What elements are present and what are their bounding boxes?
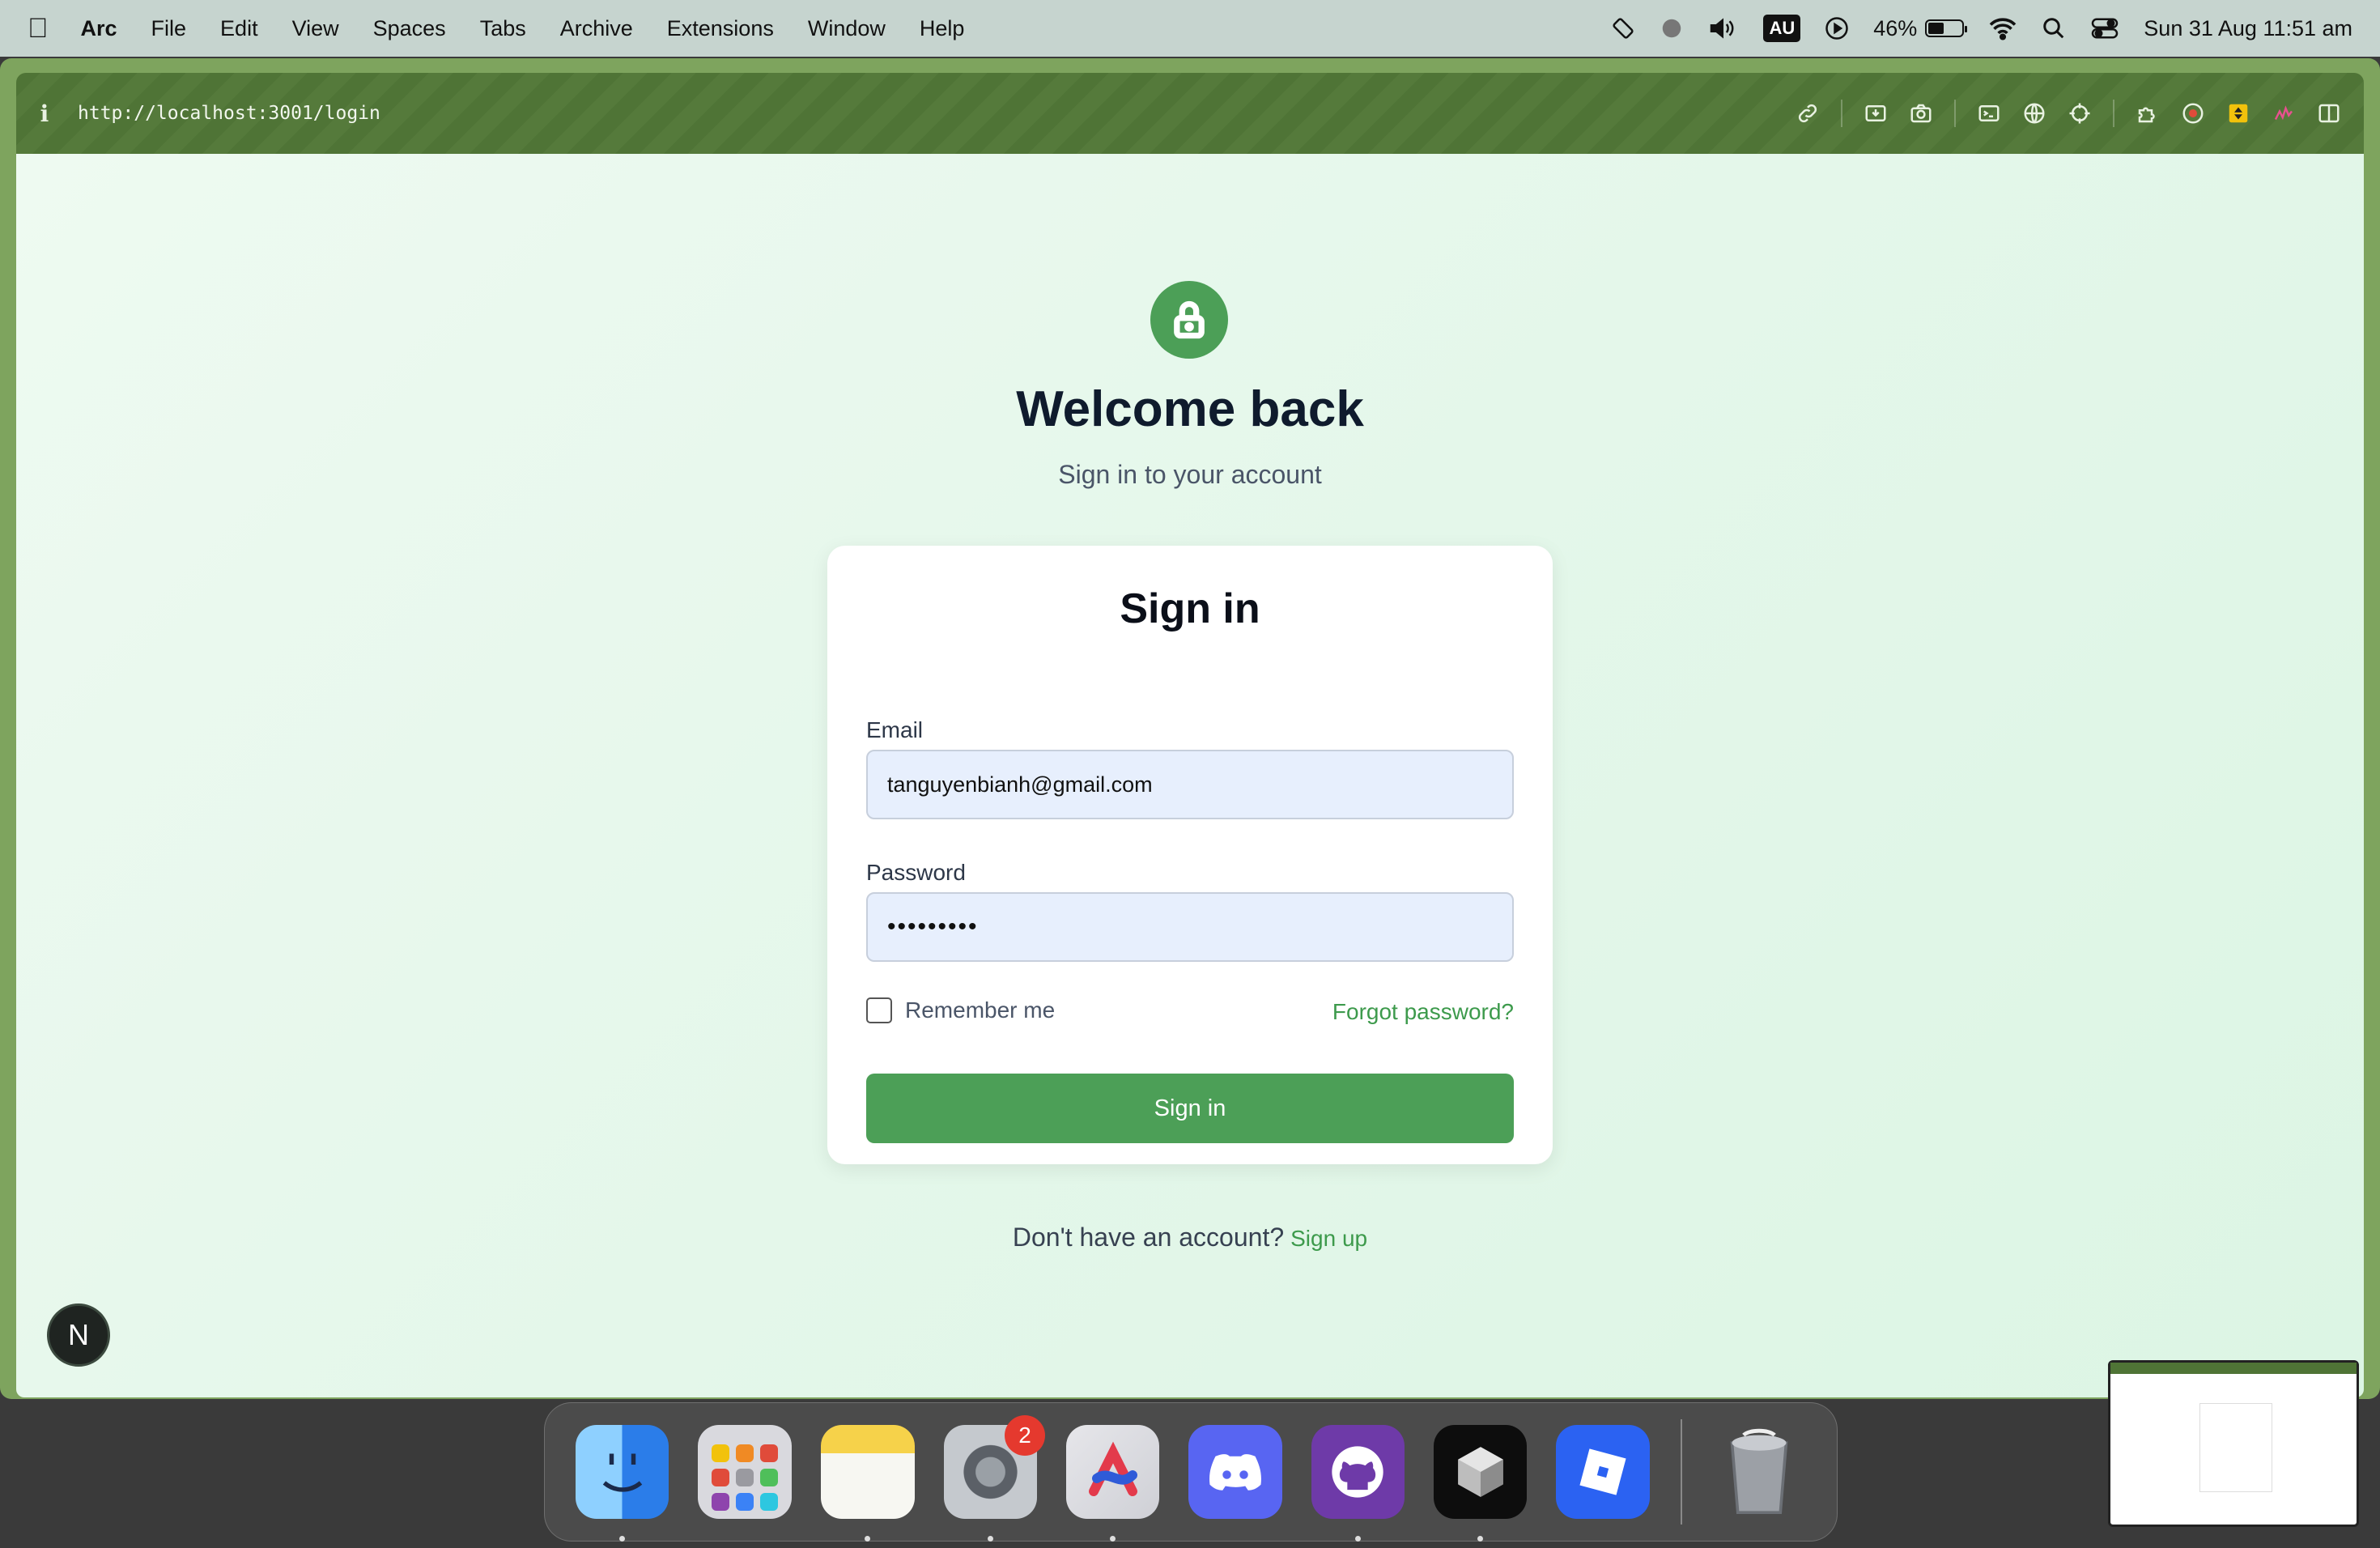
page-content: Welcome back Sign in to your account Sig… [16,154,2364,1397]
running-indicator [1477,1536,1483,1542]
extensions-puzzle-icon[interactable] [2136,101,2160,125]
battery-icon [1925,19,1968,37]
toolbar-divider [2113,100,2114,127]
sign-up-link[interactable]: Sign up [1290,1226,1367,1251]
running-indicator [865,1536,871,1542]
signup-prompt-text: Don't have an account? [1012,1223,1285,1252]
volume-icon[interactable] [1708,16,1739,40]
dock-github-desktop-icon[interactable] [1311,1425,1405,1542]
running-indicator [1109,1536,1116,1542]
password-label: Password [866,860,966,885]
thumbnail-toolbar [2110,1363,2357,1374]
input-source-badge[interactable]: AU [1763,15,1801,42]
dock-launchpad-icon[interactable] [698,1425,793,1519]
globe-icon[interactable] [2022,101,2046,125]
menu-file[interactable]: File [151,16,187,41]
email-label: Email [866,717,924,742]
menu-bar:  Arc File Edit View Spaces Tabs Archive… [0,0,2380,57]
sign-in-card: Sign in Email Password Remember me Forgo… [827,546,1553,1164]
menu-view[interactable]: View [292,16,339,41]
browser-window: i http://localhost:3001/login Welcome ba… [0,58,2380,1399]
nextjs-dev-badge[interactable]: N [47,1303,110,1367]
dock-discord-icon[interactable] [1188,1425,1282,1519]
menu-window[interactable]: Window [808,16,886,41]
menu-edit[interactable]: Edit [220,16,258,41]
remember-me-label: Remember me [905,997,1056,1023]
dock-arc-browser-icon[interactable] [1065,1425,1160,1542]
password-input[interactable] [866,892,1514,962]
extension-chrome-icon[interactable] [2181,101,2205,125]
control-center-icon[interactable] [2090,16,2119,40]
menu-help[interactable]: Help [920,16,965,41]
browser-toolbar: i http://localhost:3001/login [16,73,2364,154]
dock-notes-icon[interactable] [821,1425,915,1542]
thumbnail-card [2199,1403,2272,1492]
dock-finder-icon[interactable] [576,1425,669,1542]
card-title: Sign in [1120,585,1260,632]
capture-icon[interactable] [1864,101,1888,125]
running-indicator [1354,1536,1361,1542]
dock-divider [1680,1419,1682,1525]
address-bar-url[interactable]: http://localhost:3001/login [78,103,380,124]
clock[interactable]: Sun 31 Aug 11:51 am [2144,16,2352,41]
lock-icon [1150,281,1228,359]
menu-spaces[interactable]: Spaces [373,16,446,41]
menu-extensions[interactable]: Extensions [667,16,774,41]
focus-icon[interactable] [1660,16,1684,40]
spotlight-search-icon[interactable] [2042,16,2066,40]
dock-trash-icon[interactable] [1713,1425,1806,1519]
dock-system-settings-icon[interactable]: 2 [943,1415,1045,1542]
extension-pink-icon[interactable] [2272,101,2296,125]
email-input[interactable] [866,750,1514,819]
dock: 2 [544,1402,1838,1542]
dock-roblox-icon[interactable] [1556,1425,1650,1519]
running-indicator [619,1536,625,1542]
extension-yellow-icon[interactable] [2226,101,2250,125]
sign-in-button[interactable]: Sign in [866,1074,1514,1143]
sidebar-toggle-icon[interactable] [2317,101,2341,125]
battery-percent: 46% [1873,15,1918,40]
toolbar-divider [1841,100,1842,127]
site-info-icon[interactable]: i [39,100,50,127]
screenshot-thumbnail-preview[interactable] [2108,1360,2359,1527]
play-icon[interactable] [1825,16,1849,40]
page-subtitle: Sign in to your account [1058,460,1322,489]
apple-icon[interactable]:  [28,13,49,45]
signup-prompt: Don't have an account? Sign up [16,1223,2364,1252]
battery-status[interactable]: 46% [1873,15,1968,41]
remember-me-checkbox[interactable] [866,997,892,1023]
toolbar-divider [1954,100,1956,127]
menu-archive[interactable]: Archive [560,16,633,41]
menu-app-name[interactable]: Arc [81,16,117,41]
crosshair-icon[interactable] [2068,101,2092,125]
dock-cube-app-icon[interactable] [1433,1425,1528,1542]
copy-link-icon[interactable] [1796,101,1820,125]
menu-tabs[interactable]: Tabs [480,16,526,41]
notification-badge: 2 [1004,1415,1045,1456]
page-title: Welcome back [1016,381,1364,437]
terminal-icon[interactable] [1977,101,2001,125]
camera-icon[interactable] [1909,101,1933,125]
forgot-password-link[interactable]: Forgot password? [1332,999,1514,1025]
screen-rotate-icon[interactable] [1611,16,1635,40]
running-indicator [987,1536,993,1542]
wifi-icon[interactable] [1988,16,2017,40]
battery-level-fill [1928,23,1944,34]
remember-me[interactable]: Remember me [866,997,1055,1023]
